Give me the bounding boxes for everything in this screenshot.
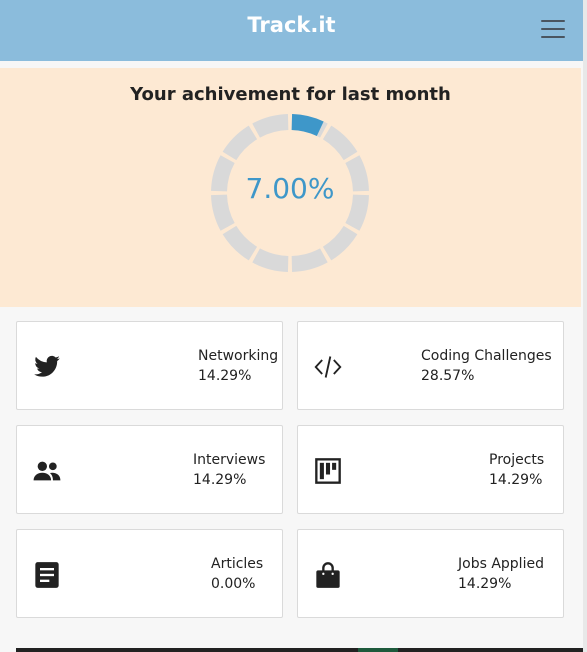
card-label: Articles: [211, 556, 264, 572]
bottom-strip: [16, 648, 583, 652]
top-navbar: Track.it: [0, 0, 583, 61]
shopping-bag-icon: [316, 562, 340, 588]
gauge-segment-filled: [291, 114, 324, 137]
twitter-icon: [34, 355, 60, 377]
card-percent: 14.29%: [198, 368, 252, 384]
gauge-segment: [222, 125, 258, 161]
newspaper-icon: [35, 562, 59, 588]
card-interviews[interactable]: Interviews 14.29%: [16, 425, 283, 514]
card-percent: 14.29%: [458, 576, 512, 592]
card-info: Articles 0.00%: [211, 556, 263, 592]
gauge-segment: [252, 248, 289, 272]
card-coding-challenges[interactable]: Coding Challenges 28.57%: [297, 321, 564, 410]
achievement-panel: Your achivement for last month 7.00%: [0, 68, 581, 307]
users-icon: [33, 461, 61, 481]
card-articles[interactable]: Articles 0.00%: [16, 529, 283, 618]
card-label: Projects: [489, 452, 545, 468]
gauge-segment: [222, 225, 258, 261]
card-jobs-applied[interactable]: Jobs Applied 14.29%: [297, 529, 564, 618]
card-label: Networking: [198, 348, 279, 364]
bottom-strip-accent: [358, 648, 398, 652]
app-title[interactable]: Track.it: [0, 13, 583, 37]
card-percent: 28.57%: [421, 368, 475, 384]
card-info: Interviews 14.29%: [193, 452, 265, 488]
card-info: Networking 14.29%: [198, 348, 278, 384]
card-info: Coding Challenges 28.57%: [421, 348, 552, 384]
gauge-segment: [322, 225, 358, 261]
card-label: Jobs Applied: [458, 556, 544, 572]
card-networking[interactable]: Networking 14.29%: [16, 321, 283, 410]
card-percent: 14.29%: [193, 472, 247, 488]
code-icon: [314, 356, 342, 378]
card-projects[interactable]: Projects 14.29%: [297, 425, 564, 514]
kanban-board-icon: [315, 458, 341, 484]
card-info: Jobs Applied 14.29%: [458, 556, 544, 592]
card-label: Coding Challenges: [421, 348, 552, 364]
progress-percent: 7.00%: [245, 172, 335, 205]
gauge-segment: [322, 125, 358, 161]
card-label: Interviews: [193, 452, 266, 468]
achievement-title: Your achivement for last month: [130, 84, 451, 105]
gauge-segment: [252, 114, 289, 138]
gauge-segment: [291, 248, 328, 272]
hamburger-menu-icon[interactable]: [541, 20, 565, 40]
card-percent: 14.29%: [489, 472, 543, 488]
scrollbar[interactable]: [583, 0, 587, 652]
card-percent: 0.00%: [211, 576, 256, 592]
card-info: Projects 14.29%: [489, 452, 544, 488]
